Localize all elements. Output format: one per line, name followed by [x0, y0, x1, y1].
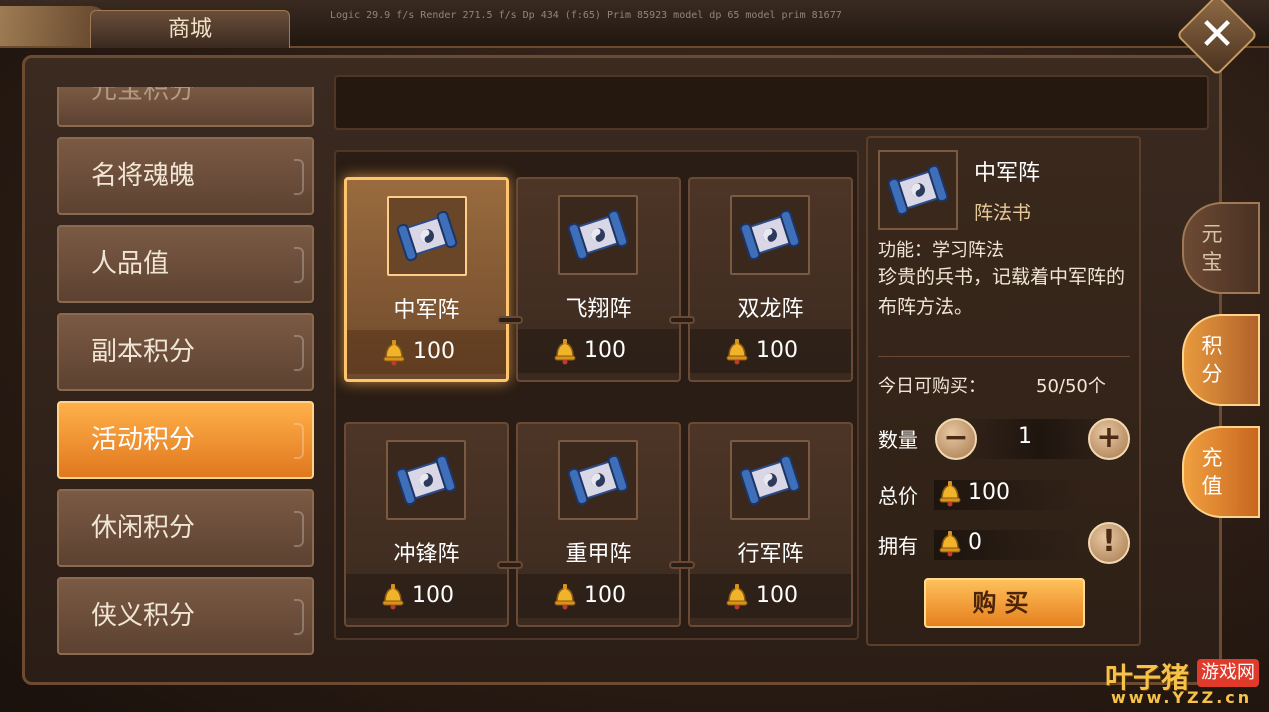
buy-button[interactable]: 购买 [924, 578, 1085, 628]
item-icon-frame [730, 195, 810, 275]
sidebar-item-leisure-points[interactable]: 休闲积分 [57, 489, 314, 567]
top-strip [334, 75, 1209, 130]
item-name: 行军阵 [737, 542, 804, 567]
debug-stats: Logic 29.9 f/s Render 271.5 f/s Dp 434 (… [330, 10, 842, 21]
sidebar-item-label: 副本积分 [91, 337, 196, 367]
tab-points[interactable]: 积 分 [1182, 314, 1260, 406]
today-limit-value: 50/50个 [1036, 376, 1106, 397]
watermark-url: www.YZZ.cn [1111, 688, 1253, 707]
bell-currency-icon [383, 340, 405, 366]
sidebar-item-soul[interactable]: 名将魂魄 [57, 137, 314, 215]
card-xingjun[interactable]: 行军阵 100 [688, 422, 853, 627]
scroll-icon [887, 164, 949, 216]
detail-function: 功能：学习阵法 [878, 240, 1004, 261]
sidebar-item-label: 侠义积分 [91, 601, 196, 631]
sidebar-item-label: 活动积分 [91, 425, 196, 455]
item-icon-frame [730, 440, 810, 520]
total-label: 总价 [878, 484, 918, 508]
tab-recharge[interactable]: 充 值 [1182, 426, 1260, 518]
bell-currency-icon [939, 531, 961, 557]
scroll-icon [396, 210, 458, 262]
item-name: 飞翔阵 [565, 297, 632, 322]
detail-item-icon [878, 150, 958, 230]
scroll-icon [567, 454, 629, 506]
detail-title: 中军阵 [974, 161, 1041, 186]
game-shop-screen: 商城 Logic 29.9 f/s Render 271.5 f/s Dp 43… [0, 0, 1269, 712]
today-limit-label: 今日可购买： [878, 376, 986, 397]
item-price: 100 [584, 338, 626, 363]
card-feixiang[interactable]: 飞翔阵 100 [516, 177, 681, 382]
tab-yuanbao[interactable]: 元 宝 [1182, 202, 1260, 294]
item-price: 100 [413, 339, 455, 364]
item-price: 100 [412, 583, 454, 608]
quantity-value: 1 [1018, 424, 1032, 449]
sidebar-item-partial[interactable]: 元宝积分 [57, 87, 314, 127]
item-name: 双龙阵 [737, 297, 804, 322]
item-name: 重甲阵 [565, 542, 632, 567]
bell-currency-icon [554, 339, 576, 365]
close-icon: ✕ [1198, 9, 1236, 61]
owned-value: 0 [968, 530, 982, 555]
sidebar-item-label: 元宝积分 [91, 87, 196, 105]
card-link [497, 561, 523, 569]
sidebar-item-event-points[interactable]: 活动积分 [57, 401, 314, 479]
tab-label: 积 分 [1201, 334, 1223, 386]
info-button[interactable]: ! [1088, 522, 1130, 564]
sidebar-item-chivalry-points[interactable]: 侠义积分 [57, 577, 314, 655]
card-link [669, 316, 695, 324]
divider [878, 356, 1130, 357]
card-shuanglong[interactable]: 双龙阵 100 [688, 177, 853, 382]
menu-deco [294, 159, 304, 195]
scroll-icon [739, 454, 801, 506]
sidebar-item-dungeon-points[interactable]: 副本积分 [57, 313, 314, 391]
item-icon-frame [558, 440, 638, 520]
bell-currency-icon [726, 584, 748, 610]
detail-subtitle: 阵法书 [974, 202, 1032, 224]
page-title: 商城 [90, 10, 290, 48]
item-price: 100 [756, 338, 798, 363]
card-zhongjia[interactable]: 重甲阵 100 [516, 422, 681, 627]
item-price: 100 [584, 583, 626, 608]
item-name: 冲锋阵 [393, 542, 460, 567]
scroll-icon [739, 209, 801, 261]
sidebar-item-label: 人品值 [91, 249, 170, 279]
owned-label: 拥有 [878, 534, 918, 558]
sidebar-item-label: 名将魂魄 [91, 161, 196, 191]
scroll-icon [395, 454, 457, 506]
card-chongfeng[interactable]: 冲锋阵 100 [344, 422, 509, 627]
tab-label: 元 宝 [1201, 222, 1223, 274]
detail-description: 珍贵的兵书，记载着中军阵的布阵方法。 [878, 266, 1126, 318]
decrease-button[interactable]: − [935, 418, 977, 460]
bell-currency-icon [554, 584, 576, 610]
bell-currency-icon [382, 584, 404, 610]
item-name: 中军阵 [393, 298, 460, 323]
total-value: 100 [968, 480, 1010, 505]
card-link [669, 561, 695, 569]
bell-currency-icon [726, 339, 748, 365]
tab-label: 充 值 [1201, 446, 1223, 498]
bell-currency-icon [939, 481, 961, 507]
item-icon-frame [386, 440, 466, 520]
menu-deco [294, 335, 304, 371]
sidebar-item-character[interactable]: 人品值 [57, 225, 314, 303]
menu-deco [294, 599, 304, 635]
watermark-badge: 游戏网 [1197, 659, 1259, 687]
scroll-icon [567, 209, 629, 261]
sidebar-item-label: 休闲积分 [91, 513, 196, 543]
menu-deco [294, 423, 304, 459]
item-price: 100 [756, 583, 798, 608]
item-icon-frame [558, 195, 638, 275]
title-bar: 商城 Logic 29.9 f/s Render 271.5 f/s Dp 43… [0, 0, 1269, 48]
card-zhongjun[interactable]: 中军阵 100 [344, 177, 509, 382]
menu-deco [294, 511, 304, 547]
increase-button[interactable]: + [1088, 418, 1130, 460]
card-link [497, 316, 523, 324]
item-icon-frame [387, 196, 467, 276]
menu-deco [294, 247, 304, 283]
quantity-label: 数量 [878, 428, 918, 452]
